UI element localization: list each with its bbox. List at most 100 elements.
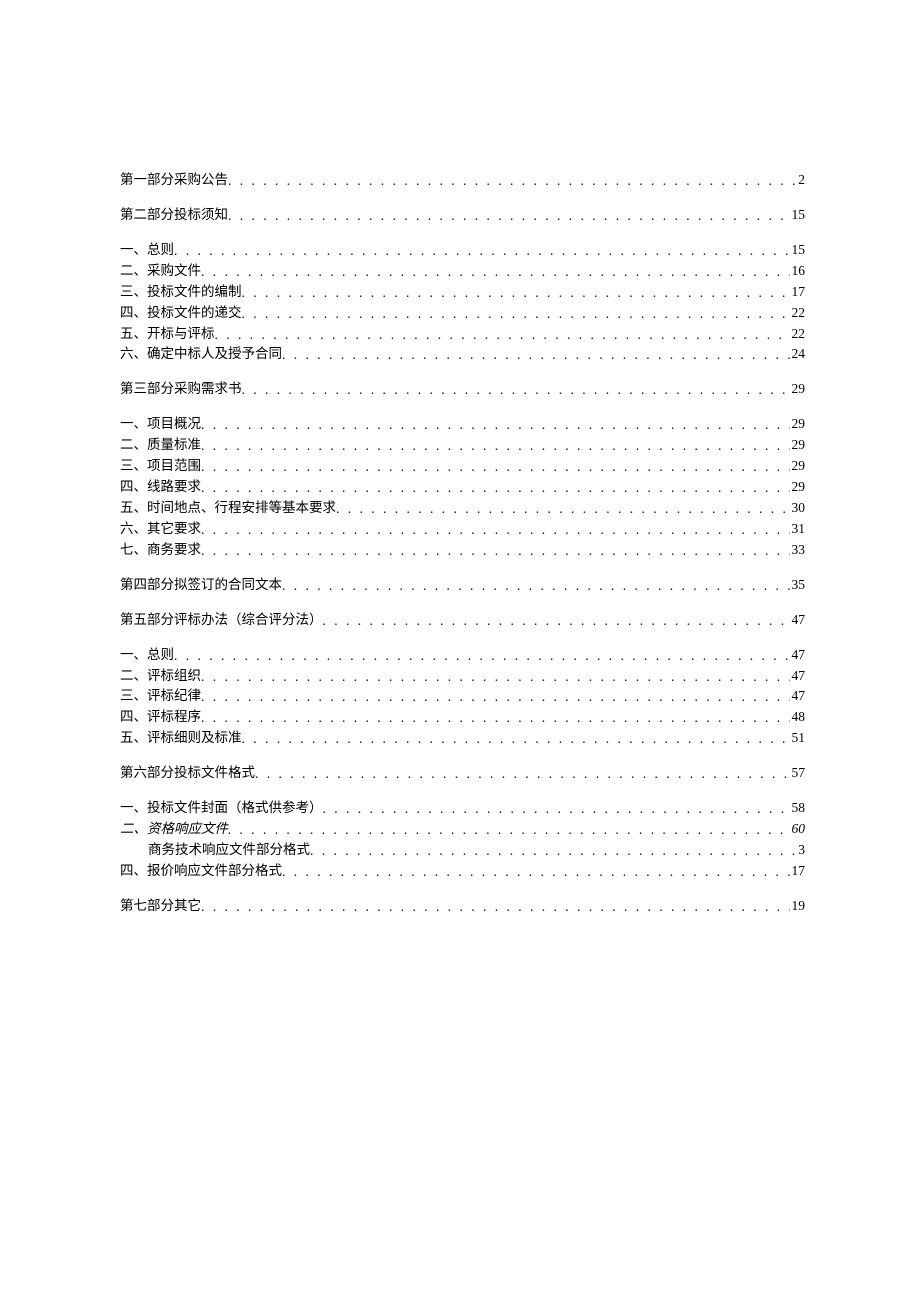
toc-entry-text: 商务技术响应文件部分格式: [120, 840, 310, 861]
toc-entry: 一、项目概况. . . . . . . . . . . . . . . . . …: [120, 414, 805, 435]
toc-entry-text: 一、投标文件封面（格式供参考）: [120, 798, 323, 819]
toc-entry-leader: . . . . . . . . . . . . . . . . . . . . …: [201, 897, 790, 918]
toc-group: 第六部分投标文件格式. . . . . . . . . . . . . . . …: [120, 763, 805, 784]
toc-entry: 二、质量标准. . . . . . . . . . . . . . . . . …: [120, 435, 805, 456]
toc-entry-page: 17: [790, 282, 806, 303]
toc-entry-text: 第五部分评标办法（综合评分法）: [120, 610, 323, 631]
toc-group: 一、总则. . . . . . . . . . . . . . . . . . …: [120, 645, 805, 750]
toc-entry-text: 四、线路要求: [120, 477, 201, 498]
toc-entry-page: 29: [790, 456, 806, 477]
toc-entry-page: 22: [790, 324, 806, 345]
toc-entry-page: 19: [790, 896, 806, 917]
toc-entry-page: 48: [790, 707, 806, 728]
table-of-contents: 第一部分采购公告. . . . . . . . . . . . . . . . …: [120, 170, 805, 917]
toc-entry-text: 三、评标纪律: [120, 686, 201, 707]
toc-entry-text: 第四部分拟签订的合同文本: [120, 575, 282, 596]
toc-entry-leader: . . . . . . . . . . . . . . . . . . . . …: [310, 841, 796, 862]
toc-entry-text: 第一部分采购公告: [120, 170, 228, 191]
toc-entry-leader: . . . . . . . . . . . . . . . . . . . . …: [336, 499, 790, 520]
toc-entry: 四、线路要求. . . . . . . . . . . . . . . . . …: [120, 477, 805, 498]
toc-group: 一、总则 . . . . . . . . . . . . . . . . . . …: [120, 240, 805, 366]
toc-entry: 三、评标纪律. . . . . . . . . . . . . . . . . …: [120, 686, 805, 707]
toc-entry-leader: . . . . . . . . . . . . . . . . . . . . …: [201, 415, 790, 436]
toc-entry-text: 六、其它要求: [120, 519, 201, 540]
toc-entry: 二、评标组织. . . . . . . . . . . . . . . . . …: [120, 666, 805, 687]
toc-entry-page: 29: [790, 435, 806, 456]
toc-entry: 第七部分其它. . . . . . . . . . . . . . . . . …: [120, 896, 805, 917]
toc-entry-text: 二、采购文件: [120, 261, 201, 282]
toc-entry-text: 六、确定中标人及授予合同: [120, 344, 282, 365]
toc-entry-text: 一、总则: [120, 240, 174, 261]
toc-group: 第五部分评标办法（综合评分法）. . . . . . . . . . . . .…: [120, 610, 805, 631]
toc-entry-page: 29: [790, 477, 806, 498]
toc-entry-page: 47: [790, 666, 806, 687]
toc-entry-text: 二、资格响应文件: [120, 819, 228, 840]
toc-group: 第三部分采购需求书. . . . . . . . . . . . . . . .…: [120, 379, 805, 400]
toc-entry: 一、总则. . . . . . . . . . . . . . . . . . …: [120, 645, 805, 666]
toc-entry: 商务技术响应文件部分格式. . . . . . . . . . . . . . …: [120, 840, 805, 861]
toc-entry: 五、时间地点、行程安排等基本要求. . . . . . . . . . . . …: [120, 498, 805, 519]
toc-entry-page: 3: [796, 840, 805, 861]
toc-entry: 三、投标文件的编制. . . . . . . . . . . . . . . .…: [120, 282, 805, 303]
toc-entry-leader: . . . . . . . . . . . . . . . . . . . . …: [174, 646, 790, 667]
toc-entry: 五、评标细则及标准. . . . . . . . . . . . . . . .…: [120, 728, 805, 749]
toc-group: 第四部分拟签订的合同文本. . . . . . . . . . . . . . …: [120, 575, 805, 596]
toc-entry: 二、采购文件. . . . . . . . . . . . . . . . . …: [120, 261, 805, 282]
toc-entry-page: 31: [790, 519, 806, 540]
toc-entry-page: 47: [790, 645, 806, 666]
toc-entry-text: 二、质量标准: [120, 435, 201, 456]
toc-entry: 六、确定中标人及授予合同. . . . . . . . . . . . . . …: [120, 344, 805, 365]
toc-entry-page: 33: [790, 540, 806, 561]
toc-entry: 六、其它要求. . . . . . . . . . . . . . . . . …: [120, 519, 805, 540]
toc-group: 第七部分其它. . . . . . . . . . . . . . . . . …: [120, 896, 805, 917]
toc-entry-page: 47: [790, 610, 806, 631]
toc-entry: 第三部分采购需求书. . . . . . . . . . . . . . . .…: [120, 379, 805, 400]
toc-entry-page: 58: [790, 798, 806, 819]
toc-entry: 七、商务要求. . . . . . . . . . . . . . . . . …: [120, 540, 805, 561]
toc-entry-text: 二、评标组织: [120, 666, 201, 687]
toc-entry-text: 三、投标文件的编制: [120, 282, 242, 303]
toc-entry-leader: . . . . . . . . . . . . . . . . . . . . …: [201, 541, 790, 562]
toc-entry-leader: . . . . . . . . . . . . . . . . . . . . …: [228, 171, 796, 192]
toc-entry-page: 30: [790, 498, 806, 519]
toc-entry-text: 第六部分投标文件格式: [120, 763, 255, 784]
toc-group: 一、投标文件封面（格式供参考）. . . . . . . . . . . . .…: [120, 798, 805, 882]
toc-entry: 第二部分投标须知. . . . . . . . . . . . . . . . …: [120, 205, 805, 226]
toc-entry-page: 16: [790, 261, 806, 282]
toc-entry-text: 四、报价响应文件部分格式: [120, 861, 282, 882]
toc-entry-text: 七、商务要求: [120, 540, 201, 561]
toc-entry-leader: . . . . . . . . . . . . . . . . . . . . …: [242, 729, 790, 750]
toc-entry: 五、开标与评标. . . . . . . . . . . . . . . . .…: [120, 324, 805, 345]
toc-entry: 第六部分投标文件格式. . . . . . . . . . . . . . . …: [120, 763, 805, 784]
toc-entry-page: 47: [790, 686, 806, 707]
toc-entry-page: 60: [790, 819, 806, 840]
toc-entry-page: 57: [790, 763, 806, 784]
toc-entry-leader: . . . . . . . . . . . . . . . . . . . . …: [242, 380, 790, 401]
toc-entry-text: 三、项目范围: [120, 456, 201, 477]
toc-entry: 第一部分采购公告. . . . . . . . . . . . . . . . …: [120, 170, 805, 191]
toc-entry-leader: . . . . . . . . . . . . . . . . . . . . …: [255, 764, 790, 785]
toc-entry-leader: . . . . . . . . . . . . . . . . . . . . …: [228, 206, 790, 227]
toc-entry: 四、投标文件的递交. . . . . . . . . . . . . . . .…: [120, 303, 805, 324]
toc-entry-leader: . . . . . . . . . . . . . . . . . . . . …: [323, 799, 790, 820]
toc-entry-text: 五、开标与评标: [120, 324, 215, 345]
toc-entry-leader: . . . . . . . . . . . . . . . . . . . . …: [201, 262, 790, 283]
toc-group: 第一部分采购公告. . . . . . . . . . . . . . . . …: [120, 170, 805, 191]
toc-entry: 一、总则. . . . . . . . . . . . . . . . . . …: [120, 240, 805, 261]
toc-entry-leader: . . . . . . . . . . . . . . . . . . . . …: [323, 611, 790, 632]
toc-entry-leader: . . . . . . . . . . . . . . . . . . . . …: [228, 820, 790, 841]
toc-entry-leader: . . . . . . . . . . . . . . . . . . . . …: [242, 304, 790, 325]
toc-entry: 第五部分评标办法（综合评分法）. . . . . . . . . . . . .…: [120, 610, 805, 631]
toc-entry: 四、评标程序. . . . . . . . . . . . . . . . . …: [120, 707, 805, 728]
toc-entry-text: 五、评标细则及标准: [120, 728, 242, 749]
toc-entry-page: 2: [796, 170, 805, 191]
toc-entry-leader: . . . . . . . . . . . . . . . . . . . . …: [201, 687, 790, 708]
toc-entry-leader: . . . . . . . . . . . . . . . . . . . . …: [215, 325, 790, 346]
toc-entry-leader: . . . . . . . . . . . . . . . . . . . . …: [201, 478, 790, 499]
toc-entry-leader: . . . . . . . . . . . . . . . . . . . . …: [201, 457, 790, 478]
toc-entry: 三、项目范围. . . . . . . . . . . . . . . . . …: [120, 456, 805, 477]
toc-entry-leader: . . . . . . . . . . . . . . . . . . . . …: [282, 862, 790, 883]
toc-entry: 二、资格响应文件. . . . . . . . . . . . . . . . …: [120, 819, 805, 840]
toc-entry-page: 29: [790, 414, 806, 435]
toc-entry-text: 第二部分投标须知: [120, 205, 228, 226]
